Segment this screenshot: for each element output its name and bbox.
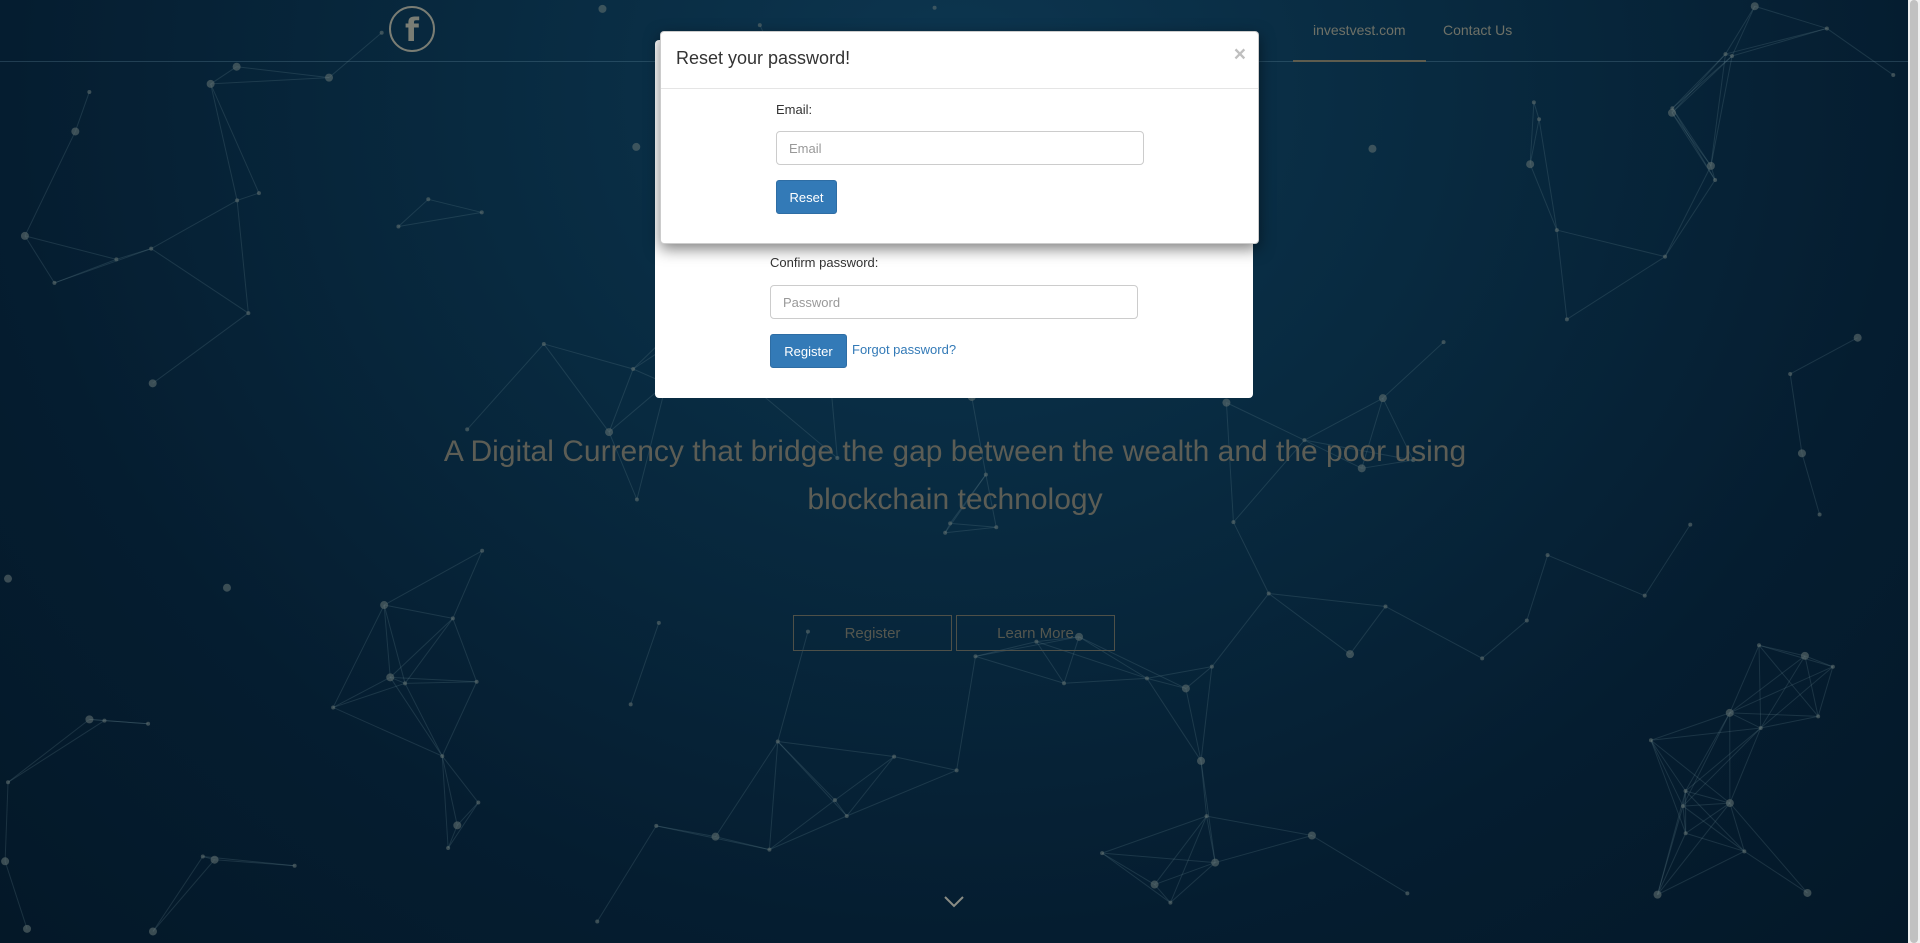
forgot-password-link[interactable]: Forgot password?: [852, 342, 956, 357]
confirm-password-label: Confirm password:: [770, 255, 879, 270]
close-icon[interactable]: ×: [1234, 44, 1246, 65]
modal-title: Reset your password!: [676, 48, 851, 68]
email-input[interactable]: [776, 131, 1144, 165]
register-button[interactable]: Register: [770, 334, 847, 368]
scrollbar-thumb[interactable]: [1910, 0, 1918, 943]
email-label: Email:: [776, 102, 813, 117]
reset-button[interactable]: Reset: [776, 180, 837, 214]
reset-password-modal: Reset your password! × Email: Reset: [660, 31, 1259, 244]
confirm-password-input[interactable]: [770, 285, 1138, 319]
modal-header: Reset your password! ×: [661, 32, 1258, 89]
